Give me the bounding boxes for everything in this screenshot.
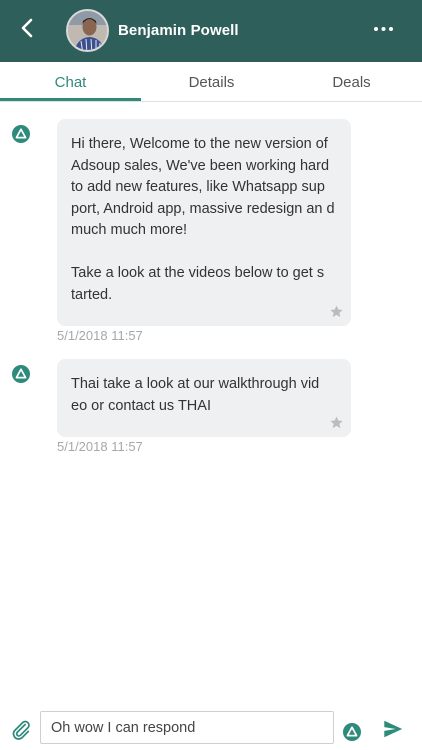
adsoup-logo-icon xyxy=(343,723,361,741)
star-icon[interactable] xyxy=(329,304,344,319)
chat-header: Benjamin Powell xyxy=(0,0,422,62)
chevron-left-icon xyxy=(21,18,33,38)
back-button[interactable] xyxy=(14,15,42,43)
adsoup-logo-icon xyxy=(12,125,30,143)
message-timestamp: 5/1/2018 11:57 xyxy=(57,328,143,343)
attach-button[interactable] xyxy=(10,719,32,741)
adsoup-assistant-button[interactable] xyxy=(343,723,361,741)
send-button[interactable] xyxy=(382,718,404,740)
message-timestamp: 5/1/2018 11:57 xyxy=(57,439,143,454)
star-icon[interactable] xyxy=(329,415,344,430)
tab-details[interactable]: Details xyxy=(141,62,282,102)
paperclip-icon xyxy=(12,720,30,740)
avatar-photo xyxy=(68,11,107,50)
message-input[interactable] xyxy=(40,711,334,744)
message-bubble: Thai take a look at our walkthrough vid … xyxy=(57,359,351,437)
message-text: Thai take a look at our walkthrough vid … xyxy=(71,376,324,414)
tab-chat[interactable]: Chat xyxy=(0,62,141,102)
contact-avatar[interactable] xyxy=(66,9,109,52)
tab-deals[interactable]: Deals xyxy=(281,62,422,102)
more-options-button[interactable] xyxy=(370,16,398,44)
message-composer xyxy=(0,706,422,750)
active-tab-indicator xyxy=(0,98,141,101)
adsoup-logo-icon xyxy=(12,365,30,383)
more-horizontal-icon xyxy=(374,27,393,31)
send-icon xyxy=(384,720,403,738)
message-text: Hi there, Welcome to the new version of … xyxy=(71,136,335,303)
tab-bar: Chat Details Deals xyxy=(0,62,422,102)
message-bubble: Hi there, Welcome to the new version of … xyxy=(57,119,351,326)
contact-name[interactable]: Benjamin Powell xyxy=(118,22,239,39)
